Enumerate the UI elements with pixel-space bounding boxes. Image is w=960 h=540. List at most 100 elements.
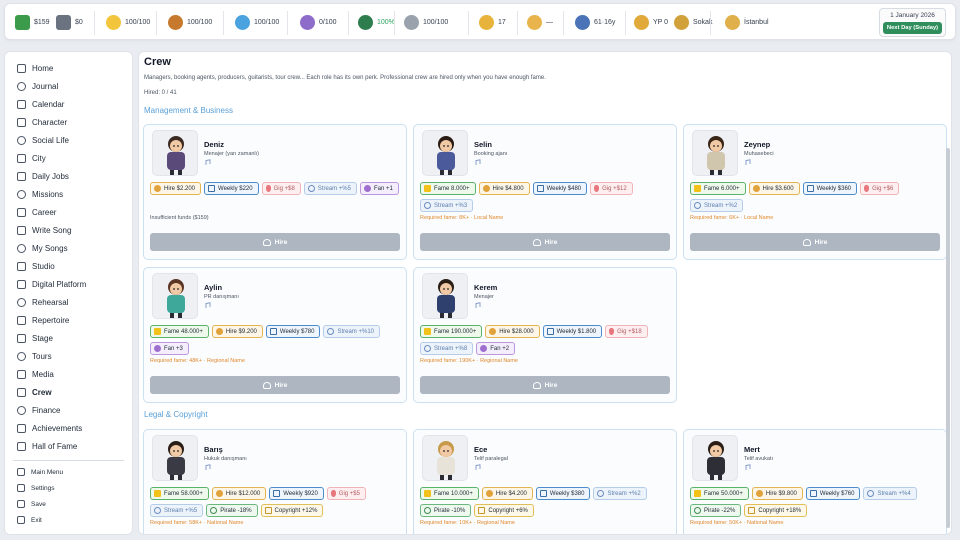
- sidebar-item-label: Stage: [32, 333, 53, 343]
- tag-text: Hire $9.200: [225, 328, 257, 335]
- tag-hire: Hire $9.200: [211, 325, 263, 338]
- sidebar-item-crew[interactable]: Crew: [5, 383, 132, 401]
- sidebar-item-finance[interactable]: Finance: [5, 401, 132, 419]
- studio-icon: [17, 261, 26, 271]
- crew-name: Barış: [204, 445, 223, 454]
- hire-button[interactable]: Hire: [420, 233, 670, 251]
- user-icon: [532, 238, 541, 246]
- avatar-part: [717, 450, 719, 452]
- hire-status-message: Required fame: 6K+ · Local Name: [690, 215, 774, 221]
- tag-text: Stream +%5: [317, 185, 351, 192]
- sidebar-footer-main-menu[interactable]: Main Menu: [5, 464, 132, 480]
- fame-icon: [424, 185, 431, 192]
- tag-pirate: Pirate -22%: [690, 504, 742, 517]
- hire-button[interactable]: Hire: [150, 233, 400, 251]
- cash-icon: [15, 15, 30, 30]
- avatar-part: [167, 152, 185, 170]
- crew-card-mert: Mert Telif avukatı Fame 50.000+ Hire $9.800…: [683, 429, 947, 534]
- sidebar-item-tours[interactable]: Tours: [5, 347, 132, 365]
- hire-button-label: Hire: [274, 381, 288, 389]
- sidebar-item-city[interactable]: City: [5, 149, 132, 167]
- sidebar-footer-settings[interactable]: Settings: [5, 480, 132, 496]
- sidebar-item-journal[interactable]: Journal: [5, 77, 132, 95]
- sidebar-item-daily-jobs[interactable]: Daily Jobs: [5, 167, 132, 185]
- avatar-part: [437, 152, 455, 170]
- music-note-icon: [205, 464, 211, 470]
- avatar-part: [443, 288, 445, 290]
- avatar-part: [167, 457, 185, 475]
- sidebar-item-label: Character: [32, 117, 68, 127]
- tag-text: Weekly $360: [816, 185, 852, 192]
- sidebar-item-media[interactable]: Media: [5, 365, 132, 383]
- weekly-icon: [536, 185, 544, 192]
- sidebar-item-social-life[interactable]: Social Life: [5, 131, 132, 149]
- stat-divider: [156, 11, 157, 35]
- user-icon: [262, 381, 271, 389]
- sidebar-item-stage[interactable]: Stage: [5, 329, 132, 347]
- sidebar-item-home[interactable]: Home: [5, 59, 132, 77]
- avatar-part: [710, 169, 714, 175]
- hire-button[interactable]: Hire: [150, 376, 400, 394]
- page-title: Crew: [144, 56, 171, 68]
- sidebar-footer-save[interactable]: Save: [5, 496, 132, 512]
- stat-divider: [517, 11, 518, 35]
- tag-text: Fame 8.000+: [434, 185, 470, 192]
- tag-stream: Stream +%5: [303, 182, 357, 195]
- stat-divider: [223, 11, 224, 35]
- my-songs-icon: [17, 243, 26, 253]
- sidebar-item-career[interactable]: Career: [5, 203, 132, 221]
- avatar-part: [443, 450, 445, 452]
- sidebar-item-digital-platform[interactable]: Digital Platform: [5, 275, 132, 293]
- crew-card-zeynep: Zeynep Muhasebeci Fame 6.000+ Hire $3.600 We…: [683, 124, 947, 260]
- tag-text: Gig +$5: [338, 490, 360, 497]
- tag-text: Copyright +12%: [274, 507, 318, 514]
- tag-hire: Hire $9.800: [751, 487, 803, 500]
- copy-icon: [748, 507, 756, 514]
- music-note-icon: [205, 302, 211, 308]
- avatar-part: [713, 145, 715, 147]
- avatar-part: [178, 169, 182, 175]
- crew-card-kerem: Kerem Menajer Fame 190.000+ Hire $28.000 Wee…: [413, 267, 677, 403]
- stat-value: 100%: [377, 19, 395, 26]
- scrollbar[interactable]: [946, 148, 950, 528]
- sidebar-item-label: Repertoire: [32, 315, 70, 325]
- sidebar-item-my-songs[interactable]: My Songs: [5, 239, 132, 257]
- age-icon: [575, 15, 590, 30]
- stat-potion: 0/100: [300, 4, 337, 41]
- hire-button[interactable]: Hire: [420, 376, 670, 394]
- tag-text: Fame 10.000+: [434, 490, 473, 497]
- sidebar-footer-label: Main Menu: [31, 468, 64, 476]
- pirate-icon: [210, 507, 218, 514]
- sidebar-footer-exit[interactable]: Exit: [5, 512, 132, 528]
- sidebar-item-repertoire[interactable]: Repertoire: [5, 311, 132, 329]
- tag-text: Hire $28.000: [499, 328, 534, 335]
- sidebar-item-missions[interactable]: Missions: [5, 185, 132, 203]
- hire-icon: [752, 185, 760, 192]
- weekly-icon: [546, 328, 554, 335]
- sidebar-item-character[interactable]: Character: [5, 113, 132, 131]
- tag-fame: Fame 58.000+: [150, 487, 209, 500]
- user-icon: [262, 238, 271, 246]
- sidebar-item-write-song[interactable]: Write Song: [5, 221, 132, 239]
- weekly-icon: [809, 490, 817, 497]
- avatar-part: [440, 140, 452, 152]
- sidebar-item-calendar[interactable]: Calendar: [5, 95, 132, 113]
- sidebar-item-rehearsal[interactable]: Rehearsal: [5, 293, 132, 311]
- tag-text: Hire $9.800: [765, 490, 797, 497]
- sidebar-item-hall-of-fame[interactable]: Hall of Fame: [5, 437, 132, 455]
- tag-text: Pirate -22%: [704, 507, 736, 514]
- tag-fame: Fame 6.000+: [690, 182, 746, 195]
- stat-value: 61·16y: [594, 19, 616, 26]
- sidebar-item-achievements[interactable]: Achievements: [5, 419, 132, 437]
- sidebar-item-label: My Songs: [32, 243, 68, 253]
- main-panel: Crew Managers, booking agents, producers…: [138, 51, 952, 535]
- sidebar-item-studio[interactable]: Studio: [5, 257, 132, 275]
- avatar-part: [173, 145, 175, 147]
- tag-hire: Hire $12.000: [211, 487, 267, 500]
- perk-tags: Fame 50.000+ Hire $9.800 Weekly $760 Stream…: [690, 487, 944, 517]
- next-day-button[interactable]: Next Day (Sunday): [883, 22, 942, 34]
- avatar-part: [437, 295, 455, 313]
- tag-weekly: Weekly $360: [802, 182, 858, 195]
- sidebar-item-label: City: [32, 153, 46, 163]
- hire-button[interactable]: Hire: [690, 233, 940, 251]
